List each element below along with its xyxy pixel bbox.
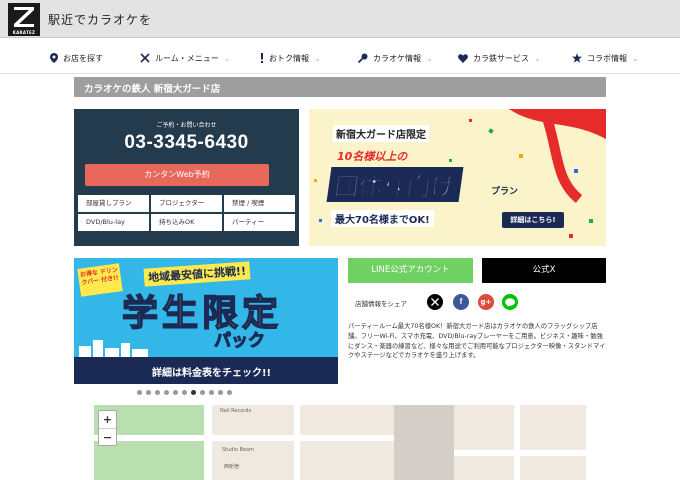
logo-mark-icon xyxy=(14,7,34,27)
nav-item-label: ルーム・メニュー xyxy=(155,53,219,63)
nav-item-collab[interactable]: コラボ情報 ⌄ xyxy=(572,50,639,66)
zoom-in-button[interactable]: + xyxy=(99,411,116,428)
heart-icon xyxy=(458,53,468,63)
banner-head-text: 地域最安値に挑戦!! xyxy=(143,261,251,287)
share-x-button[interactable] xyxy=(427,294,443,310)
feature-item: 禁煙 / 喫煙 xyxy=(224,195,295,212)
phone-number-link[interactable]: 03-3345-6430 xyxy=(74,132,299,154)
banner-pack-text: パック xyxy=(214,331,266,352)
contact-box: ご予約・お問い合わせ 03-3345-6430 カンタンWeb予約 部屋貸しプラ… xyxy=(74,109,299,246)
map-zoom-control: + − xyxy=(98,410,117,446)
carousel-dot[interactable] xyxy=(146,390,151,395)
carousel-dot[interactable] xyxy=(200,390,205,395)
map-road xyxy=(94,435,394,441)
banner-detail-button[interactable]: 詳細はこちら! xyxy=(502,212,564,228)
nav-item-services[interactable]: カラ鉄サービス ⌄ xyxy=(458,50,541,66)
utensils-icon xyxy=(140,53,150,63)
feature-grid: 部屋貸しプラン プロジェクター 禁煙 / 喫煙 DVD/Blu-lay 持ち込み… xyxy=(78,195,295,231)
map-road xyxy=(514,405,520,480)
map-label: Nail Records xyxy=(220,408,252,414)
nav-item-label: コラボ情報 xyxy=(587,53,627,63)
carousel-dot[interactable] xyxy=(164,390,169,395)
share-label: 店舗情報をシェア xyxy=(355,300,407,308)
nav-item-label: おトク情報 xyxy=(269,53,309,63)
map-label: 西新宿 xyxy=(224,464,240,470)
nav-item-deals[interactable]: おトク情報 ⌄ xyxy=(260,50,321,66)
nav-item-label: お店を探す xyxy=(63,53,103,63)
x-logo-icon xyxy=(431,298,439,306)
map-pin-icon xyxy=(50,53,58,63)
carousel-dot[interactable] xyxy=(173,390,178,395)
shop-map[interactable]: Nail Records Studio Beam 西新宿 + − xyxy=(94,405,586,480)
carousel-dots xyxy=(137,390,232,395)
carousel-dot[interactable] xyxy=(155,390,160,395)
web-reservation-button[interactable]: カンタンWeb予約 xyxy=(85,164,269,186)
map-road xyxy=(204,405,212,480)
x-official-button[interactable]: 公式X xyxy=(482,258,606,283)
carousel-dot[interactable] xyxy=(227,390,232,395)
google-plus-icon: g+ xyxy=(480,298,492,306)
feature-item: DVD/Blu-lay xyxy=(78,214,149,231)
site-logo[interactable]: KARATEZ xyxy=(8,3,40,36)
zoom-out-button[interactable]: − xyxy=(99,428,116,445)
share-google-plus-button[interactable]: g+ xyxy=(478,294,494,310)
shop-description: パーティールーム最大70名様OK！新宿大ガード店はカラオケの鉄人のフラッグシップ… xyxy=(348,323,606,360)
feature-item: プロジェクター xyxy=(151,195,222,212)
top-bar: KARATEZ 駅近でカラオケを xyxy=(0,0,680,38)
line-official-button[interactable]: LINE公式アカウント xyxy=(348,258,473,283)
main-nav: お店を探す ルーム・メニュー ⌄ おトク情報 ⌄ カラオケ情報 ⌄ カラ鉄サービ… xyxy=(0,42,680,74)
banner-head-text: 新宿大ガード店限定 xyxy=(333,125,429,142)
facebook-icon: f xyxy=(459,297,463,306)
carousel-dot[interactable] xyxy=(209,390,214,395)
line-chat-icon xyxy=(505,297,515,307)
chevron-down-icon: ⌄ xyxy=(223,53,231,63)
exclamation-icon xyxy=(261,53,263,63)
feature-item: 持ち込みOK xyxy=(151,214,222,231)
share-facebook-button[interactable]: f xyxy=(453,294,469,310)
chevron-down-icon: ⌄ xyxy=(534,53,541,63)
banner-main-text: 団体様向け xyxy=(326,167,464,202)
group-plan-banner[interactable]: 新宿大ガード店限定 10名様以上の 団体様向け プラン 最大70名様までOK! … xyxy=(309,109,606,246)
drink-bar-flag: お得な ドリンクバー 付き!! xyxy=(77,263,123,297)
logo-text: KARATEZ xyxy=(12,30,36,35)
carousel-dot[interactable] xyxy=(218,390,223,395)
microphone-icon xyxy=(358,53,368,63)
nav-item-search[interactable]: お店を探す xyxy=(50,50,103,66)
town-silhouette-icon xyxy=(79,340,148,358)
star-icon xyxy=(572,53,582,63)
feature-item: 部屋貸しプラン xyxy=(78,195,149,212)
map-road xyxy=(294,405,300,480)
shop-title: カラオケの鉄人 新宿大ガード店 xyxy=(74,77,606,97)
nav-item-room-menu[interactable]: ルーム・メニュー ⌄ xyxy=(140,50,230,66)
nav-item-karaoke-info[interactable]: カラオケ情報 ⌄ xyxy=(358,50,433,66)
contact-label: ご予約・お問い合わせ xyxy=(156,122,217,129)
map-label: Studio Beam xyxy=(222,447,254,453)
map-road xyxy=(454,450,586,456)
carousel-dot[interactable] xyxy=(137,390,142,395)
carousel-dot-active[interactable] xyxy=(191,390,196,395)
nav-item-label: カラ鉄サービス xyxy=(473,53,529,63)
chevron-down-icon: ⌄ xyxy=(426,53,433,63)
banner-sub-text: 10名様以上の xyxy=(337,150,408,163)
feature-item: パーティー xyxy=(224,214,295,231)
banner-plan-text: プラン xyxy=(491,187,519,197)
nav-item-label: カラオケ情報 xyxy=(373,53,421,63)
chevron-down-icon: ⌄ xyxy=(314,53,321,63)
banner-bottom-text: 最大70名様までOK! xyxy=(331,210,434,227)
carousel-dot[interactable] xyxy=(182,390,187,395)
map-railway xyxy=(394,405,454,480)
site-title: 駅近でカラオケを xyxy=(48,13,153,27)
chevron-down-icon: ⌄ xyxy=(632,53,639,63)
share-line-button[interactable] xyxy=(502,294,518,310)
student-plan-banner[interactable]: お得な ドリンクバー 付き!! 地域最安値に挑戦!! 学生限定 パック 詳細は料… xyxy=(74,258,338,384)
banner-bottom-text: 詳細は料金表をチェック!! xyxy=(74,357,338,384)
